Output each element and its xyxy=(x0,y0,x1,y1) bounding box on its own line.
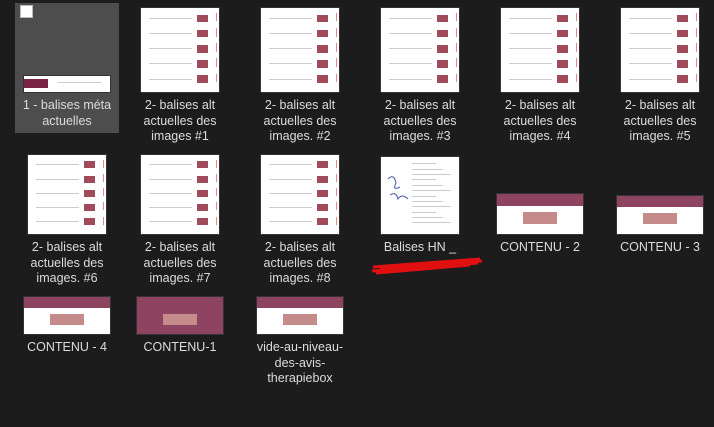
thumbnail-area xyxy=(128,290,232,334)
file-item[interactable]: 2- balises alt actuelles des images. #2 xyxy=(248,3,352,149)
file-thumbnail xyxy=(617,196,703,234)
file-name: 2- balises alt actuelles des images. #8 xyxy=(263,240,337,285)
file-name: 2- balises alt actuelles des images #1 xyxy=(143,98,217,143)
thumbnail-area xyxy=(488,3,592,92)
file-thumbnail xyxy=(621,8,699,92)
selection-checkbox[interactable] xyxy=(20,5,33,18)
file-thumbnail xyxy=(381,157,459,234)
file-item[interactable]: 1 - balises méta actuelles xyxy=(15,3,119,133)
file-item[interactable]: 2- balises alt actuelles des images. #3 xyxy=(368,3,472,149)
file-thumbnail xyxy=(28,155,106,234)
file-thumbnail xyxy=(501,8,579,92)
file-thumbnail xyxy=(24,76,110,92)
file-item[interactable]: vide-au-niveau-des-avis-therapiebox xyxy=(248,290,352,391)
thumbnail-area xyxy=(368,3,472,92)
file-item[interactable]: 2- balises alt actuelles des images. #6 xyxy=(15,150,119,291)
file-item[interactable]: 2- balises alt actuelles des images. #5 xyxy=(608,3,712,149)
file-name: 2- balises alt actuelles des images. #3 xyxy=(383,98,457,143)
file-name: 2- balises alt actuelles des images. #2 xyxy=(263,98,337,143)
thumbnail-area xyxy=(608,150,712,234)
file-name: CONTENU - 2 xyxy=(500,240,580,254)
file-item[interactable]: 2- balises alt actuelles des images. #4 xyxy=(488,3,592,149)
thumbnail-area xyxy=(15,290,119,334)
file-item[interactable]: CONTENU - 4 xyxy=(15,290,119,360)
thumbnail-area xyxy=(128,3,232,92)
thumbnail-area xyxy=(248,290,352,334)
file-name: 2- balises alt actuelles des images. #7 xyxy=(143,240,217,285)
thumbnail-area xyxy=(368,150,472,234)
file-name: 2- balises alt actuelles des images. #5 xyxy=(623,98,697,143)
file-name: CONTENU-1 xyxy=(143,340,217,354)
file-thumbnail xyxy=(261,8,339,92)
file-item[interactable]: CONTENU-1 xyxy=(128,290,232,360)
file-name: vide-au-niveau-des-avis-therapiebox xyxy=(256,340,344,385)
file-thumbnail xyxy=(261,155,339,234)
file-item[interactable]: 2- balises alt actuelles des images. #7 xyxy=(128,150,232,291)
file-thumbnail xyxy=(137,297,223,334)
file-item[interactable]: 2- balises alt actuelles des images. #8 xyxy=(248,150,352,291)
redaction-scribble xyxy=(371,257,483,275)
thumbnail-area xyxy=(248,150,352,234)
file-thumbnail xyxy=(381,8,459,92)
thumbnail-area xyxy=(248,3,352,92)
thumbnail-area xyxy=(128,150,232,234)
file-thumbnail xyxy=(257,297,343,334)
file-grid: 1 - balises méta actuelles 2- balises alt… xyxy=(0,0,714,427)
file-item[interactable]: 2- balises alt actuelles des images #1 xyxy=(128,3,232,149)
file-name: 1 - balises méta actuelles xyxy=(22,98,112,128)
file-thumbnail xyxy=(497,194,583,234)
file-name: CONTENU - 3 xyxy=(620,240,700,254)
file-name: CONTENU - 4 xyxy=(27,340,107,354)
file-thumbnail xyxy=(24,297,110,334)
file-item[interactable]: Balises HN _ xyxy=(368,150,472,260)
file-item[interactable]: CONTENU - 3 xyxy=(608,150,712,260)
file-name: 2- balises alt actuelles des images. #4 xyxy=(503,98,577,143)
thumbnail-area xyxy=(15,150,119,234)
thumbnail-area xyxy=(488,150,592,234)
thumbnail-area xyxy=(608,3,712,92)
file-thumbnail xyxy=(141,155,219,234)
file-name: 2- balises alt actuelles des images. #6 xyxy=(30,240,104,285)
file-thumbnail xyxy=(141,8,219,92)
file-item[interactable]: CONTENU - 2 xyxy=(488,150,592,260)
